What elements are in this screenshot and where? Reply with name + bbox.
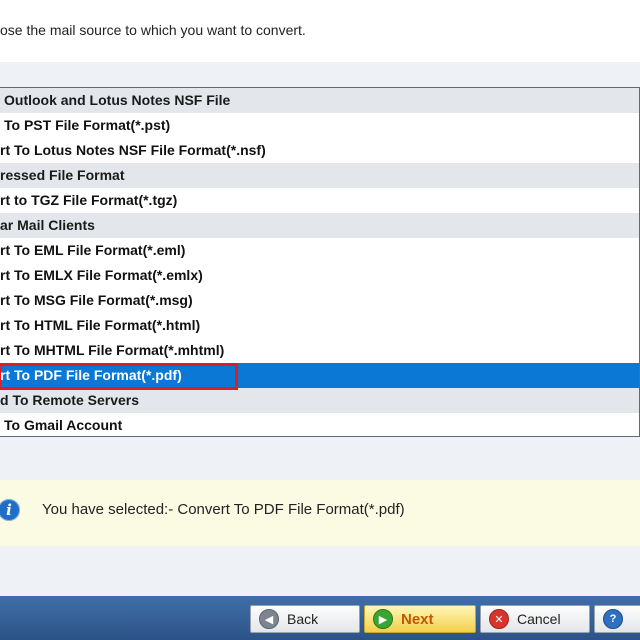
selection-info-text: You have selected:- Convert To PDF File …: [42, 501, 405, 518]
help-icon: ?: [603, 609, 623, 629]
cancel-x-icon: ✕: [489, 609, 509, 629]
list-item[interactable]: rt To MSG File Format(*.msg): [0, 288, 639, 313]
back-button[interactable]: ◀ Back: [250, 605, 360, 633]
list-group-header: ar Mail Clients: [0, 213, 639, 238]
list-group-header: d To Remote Servers: [0, 388, 639, 413]
back-arrow-icon: ◀: [259, 609, 279, 629]
mail-source-list[interactable]: Outlook and Lotus Notes NSF File To PST …: [0, 87, 640, 437]
back-button-label: Back: [287, 611, 319, 627]
list-item[interactable]: rt To MHTML File Format(*.mhtml): [0, 338, 639, 363]
instruction-panel: ose the mail source to which you want to…: [0, 0, 640, 62]
instruction-text: ose the mail source to which you want to…: [0, 22, 306, 38]
next-arrow-icon: ▶: [373, 609, 393, 629]
list-item[interactable]: rt To HTML File Format(*.html): [0, 313, 639, 338]
list-group-header: ressed File Format: [0, 163, 639, 188]
list-item[interactable]: To Gmail Account: [0, 413, 639, 436]
next-button-label: Next: [401, 610, 434, 628]
cancel-button[interactable]: ✕ Cancel: [480, 605, 590, 633]
list-item[interactable]: rt To Lotus Notes NSF File Format(*.nsf): [0, 138, 639, 163]
info-icon: i: [0, 499, 20, 521]
list-item[interactable]: rt To EMLX File Format(*.emlx): [0, 263, 639, 288]
list-item[interactable]: To PST File Format(*.pst): [0, 113, 639, 138]
help-button[interactable]: ?: [594, 605, 640, 633]
list-item-selected[interactable]: rt To PDF File Format(*.pdf): [0, 363, 639, 388]
list-group-header: Outlook and Lotus Notes NSF File: [0, 88, 639, 113]
list-item[interactable]: rt To EML File Format(*.eml): [0, 238, 639, 263]
selection-info-bar: i You have selected:- Convert To PDF Fil…: [0, 480, 640, 546]
next-button[interactable]: ▶ Next: [364, 605, 476, 633]
cancel-button-label: Cancel: [517, 611, 561, 627]
list-item[interactable]: rt to TGZ File Format(*.tgz): [0, 188, 639, 213]
